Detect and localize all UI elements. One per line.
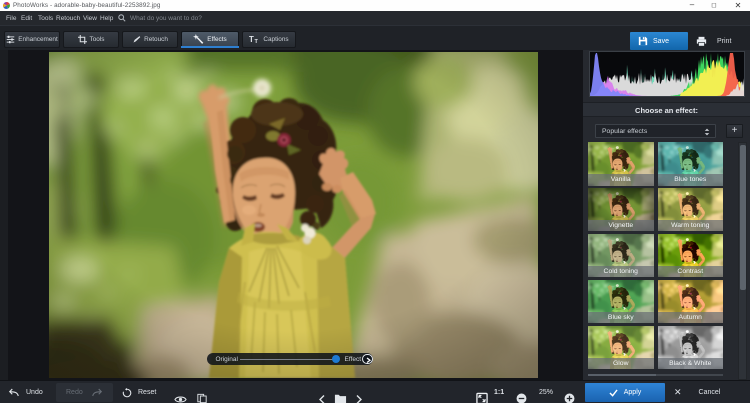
svg-text:T: T: [255, 39, 259, 44]
svg-text:T: T: [249, 35, 254, 44]
